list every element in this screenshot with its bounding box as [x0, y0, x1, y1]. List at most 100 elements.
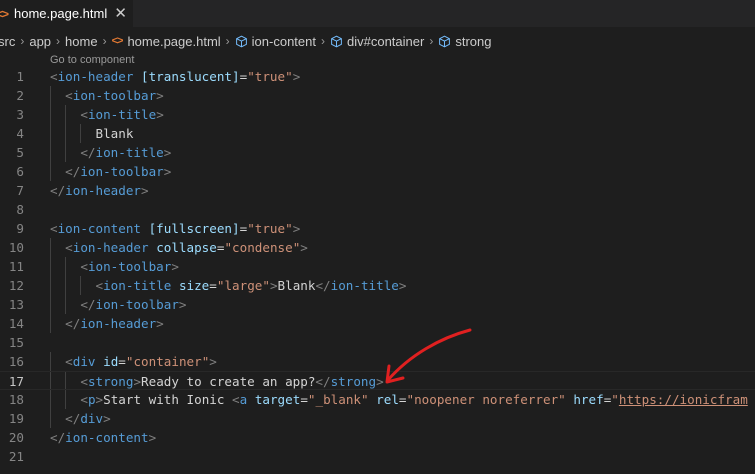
- line-text: <strong>Ready to create an app?</strong>: [50, 372, 384, 391]
- code-token: ion-header: [65, 183, 141, 198]
- line-number: 13: [8, 297, 24, 312]
- code-token: >: [148, 430, 157, 445]
- code-token: https://ionicfram: [618, 392, 748, 407]
- breadcrumb-item-home[interactable]: home: [65, 34, 98, 49]
- breadcrumb-item-app[interactable]: app: [29, 34, 51, 49]
- line-number: 21: [8, 449, 24, 464]
- chevron-right-icon: ›: [20, 34, 25, 48]
- code-line[interactable]: 5 </ion-title>: [0, 143, 755, 162]
- code-token: >: [269, 278, 278, 293]
- line-text: <ion-header collapse="condense">: [50, 238, 308, 257]
- code-line[interactable]: 9 <ion-content [fullscreen]="true">: [0, 219, 755, 238]
- code-line[interactable]: 12 <ion-title size="large">Blank</ion-ti…: [0, 276, 755, 295]
- code-token: </: [80, 297, 96, 312]
- line-number: 5: [16, 145, 24, 160]
- code-token: ion-title: [87, 107, 157, 122]
- code-token: href: [573, 392, 604, 407]
- breadcrumb-label: home.page.html: [127, 33, 221, 49]
- line-text: <ion-toolbar>: [50, 86, 164, 105]
- breadcrumb-item-div-container[interactable]: div#container: [330, 34, 424, 49]
- code-token: </: [80, 145, 96, 160]
- code-token: >: [163, 145, 172, 160]
- code-token: >: [171, 259, 179, 274]
- line-number: 2: [16, 88, 24, 103]
- code-line[interactable]: 15: [0, 333, 755, 352]
- code-line[interactable]: 21: [0, 447, 755, 466]
- line-number: 9: [16, 221, 24, 236]
- breadcrumb-item-file[interactable]: <> home.page.html: [112, 34, 221, 49]
- code-token: p: [87, 392, 96, 407]
- code-token: <: [95, 278, 104, 293]
- code-line[interactable]: 8: [0, 200, 755, 219]
- breadcrumb-item-strong[interactable]: strong: [438, 34, 491, 49]
- codelens-go-to-component[interactable]: Go to component: [50, 54, 134, 66]
- code-line[interactable]: 7 </ion-header>: [0, 181, 755, 200]
- code-line[interactable]: 14 </ion-header>: [0, 314, 755, 333]
- code-token: </: [50, 430, 66, 445]
- code-token: >: [156, 316, 164, 331]
- code-token: target: [254, 392, 301, 407]
- code-line[interactable]: 13 </ion-toolbar>: [0, 295, 755, 314]
- line-number: 6: [16, 164, 24, 179]
- chevron-right-icon: ›: [56, 34, 61, 48]
- code-line[interactable]: 20 </ion-content>: [0, 428, 755, 447]
- code-line[interactable]: 4 Blank: [0, 124, 755, 143]
- code-token: [translucent]: [141, 69, 240, 84]
- close-icon[interactable]: ✕: [114, 4, 127, 22]
- code-line[interactable]: 2 <ion-toolbar>: [0, 86, 755, 105]
- code-line[interactable]: 3 <ion-title>: [0, 105, 755, 124]
- line-number: 14: [8, 316, 24, 331]
- code-token: </: [65, 316, 81, 331]
- code-token: Blank: [277, 278, 316, 293]
- code-token: ion-header: [72, 240, 149, 255]
- code-token: Blank: [50, 126, 134, 141]
- html-file-icon: <>: [111, 35, 124, 47]
- breadcrumb-label: src: [0, 33, 16, 49]
- code-editor[interactable]: 1 <ion-header [translucent]="true"> 2 <ion…: [0, 67, 755, 466]
- tab-home-page-html[interactable]: <> home.page.html ✕: [0, 0, 133, 27]
- code-token: >: [163, 164, 172, 179]
- code-line[interactable]: 11 <ion-toolbar>: [0, 257, 755, 276]
- line-text: <div id="container">: [50, 352, 217, 371]
- line-number: 19: [8, 411, 24, 426]
- code-token: <: [50, 69, 58, 84]
- line-number: 12: [8, 278, 24, 293]
- code-token: "large": [216, 278, 270, 293]
- code-token: "noopener noreferrer": [406, 392, 566, 407]
- breadcrumb-label: strong: [455, 33, 492, 49]
- code-token: <: [65, 354, 73, 369]
- code-line[interactable]: 18 <p>Start with Ionic <a target="_blank…: [0, 390, 755, 409]
- element-cube-icon: [331, 35, 342, 47]
- code-token: ion-toolbar: [87, 259, 172, 274]
- code-line[interactable]: 19 </div>: [0, 409, 755, 428]
- code-line[interactable]: 17 <strong>Ready to create an app?</stro…: [0, 371, 755, 390]
- tab-bar: <> home.page.html ✕: [0, 0, 755, 27]
- code-token: <: [80, 392, 88, 407]
- code-token: >: [133, 374, 142, 389]
- breadcrumb-item-src[interactable]: src: [0, 34, 15, 49]
- code-line[interactable]: 6 </ion-toolbar>: [0, 162, 755, 181]
- code-line[interactable]: 10 <ion-header collapse="condense">: [0, 238, 755, 257]
- code-token: strong: [87, 374, 134, 389]
- code-line[interactable]: 1 <ion-header [translucent]="true">: [0, 67, 755, 86]
- line-text: <ion-header [translucent]="true">: [50, 67, 300, 86]
- code-line[interactable]: 16 <div id="container">: [0, 352, 755, 371]
- code-token: >: [209, 354, 217, 369]
- breadcrumb-item-ion-content[interactable]: ion-content: [235, 34, 316, 49]
- code-token: >: [376, 374, 384, 389]
- html-file-icon: <>: [0, 6, 9, 21]
- line-number: 11: [8, 259, 24, 274]
- line-number: 16: [8, 354, 24, 369]
- code-token: "condense": [224, 240, 301, 255]
